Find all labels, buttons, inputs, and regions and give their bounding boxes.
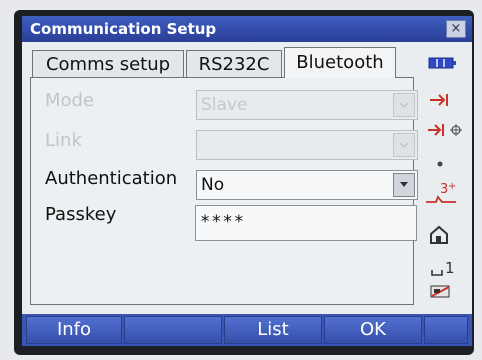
svg-text:+: + xyxy=(448,181,456,192)
authentication-value: No xyxy=(201,175,225,195)
mode-dropdown-arrow-icon xyxy=(393,93,415,117)
authentication-dropdown-arrow-icon[interactable] xyxy=(393,173,415,197)
mode-label: Mode xyxy=(45,90,95,111)
authentication-label: Authentication xyxy=(45,168,178,189)
title-bar: Communication Setup × xyxy=(22,16,472,42)
empty-softkey-5[interactable] xyxy=(424,316,468,344)
authentication-dropdown[interactable]: No xyxy=(196,170,418,200)
link-dropdown xyxy=(196,130,418,160)
link-dropdown-arrow-icon xyxy=(393,133,415,157)
svg-text:1: 1 xyxy=(445,259,454,277)
passkey-value: **** xyxy=(200,212,245,232)
target-reflector-icon[interactable] xyxy=(426,122,466,138)
info-softkey[interactable]: Info xyxy=(26,316,122,344)
status-icon-panel: 3 + 1 xyxy=(418,50,468,310)
tab-comms-setup[interactable]: Comms setup xyxy=(32,50,184,78)
ok-softkey[interactable]: OK xyxy=(324,316,422,344)
laser-plummet-icon[interactable]: 3 + xyxy=(424,180,460,206)
input-mode-icon[interactable]: 1 xyxy=(430,256,454,278)
mode-value: Slave xyxy=(201,95,248,115)
tab-rs232c[interactable]: RS232C xyxy=(186,50,282,78)
empty-softkey-2[interactable] xyxy=(124,316,222,344)
target-prism-icon[interactable] xyxy=(428,92,452,108)
passkey-input[interactable]: **** xyxy=(195,205,417,241)
list-softkey[interactable]: List xyxy=(224,316,322,344)
tab-bluetooth[interactable]: Bluetooth xyxy=(284,47,396,78)
house-icon[interactable] xyxy=(428,224,450,246)
dot-icon xyxy=(437,161,443,167)
bluetooth-settings-panel: Mode Slave Link Authentication No Passke… xyxy=(30,77,418,305)
window-title: Communication Setup xyxy=(30,20,217,38)
link-label: Link xyxy=(45,130,82,151)
communication-setup-window: Communication Setup × Comms setup RS232C… xyxy=(22,16,472,346)
softkey-bar: Info List OK xyxy=(22,314,472,346)
battery-icon xyxy=(428,57,456,69)
close-button[interactable]: × xyxy=(446,20,466,38)
mode-dropdown: Slave xyxy=(196,90,418,120)
passkey-label: Passkey xyxy=(45,204,117,225)
signal-icon xyxy=(430,285,450,298)
